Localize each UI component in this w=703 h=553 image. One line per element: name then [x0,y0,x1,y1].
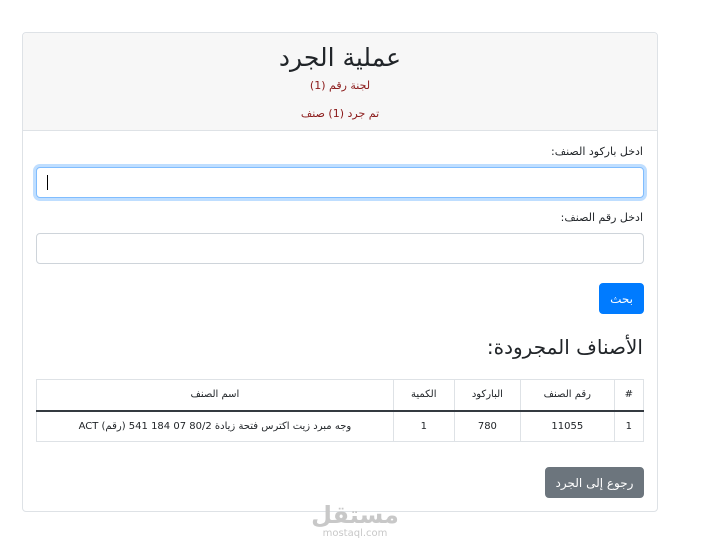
cell-quantity: 1 [392,410,455,442]
column-index: # [613,379,645,412]
item-number-input[interactable] [36,233,644,264]
page-title: عملية الجرد [278,43,402,72]
column-quantity: الكمية [392,379,455,412]
inventory-card: عملية الجرد لجنة رقم (1) تم جرد (1) صنف … [22,32,658,512]
cell-item-name: ACT (رقم) وجه مبرد زيت اكترس فتحة زيادة … [36,410,394,442]
back-to-inventory-button[interactable]: رجوع إلى الجرد [545,467,644,498]
table-row: ACT (رقم) وجه مبرد زيت اكترس فتحة زيادة … [36,410,645,442]
counted-items-title: :الأصناف المجرودة [486,335,643,359]
card-header: عملية الجرد لجنة رقم (1) تم جرد (1) صنف [23,33,657,131]
committee-number: لجنة رقم (1) [309,79,371,92]
cell-barcode: 780 [453,410,522,442]
counted-items-status: تم جرد (1) صنف [300,107,380,120]
column-item-number: رقم الصنف [520,379,615,412]
column-item-name: اسم الصنف [36,379,394,412]
barcode-input[interactable] [36,167,644,198]
barcode-label: :ادخل باركود الصنف [551,145,643,158]
counted-items-table: اسم الصنف الكمية الباركود رقم الصنف # AC… [36,379,645,442]
table-header-row: اسم الصنف الكمية الباركود رقم الصنف # [36,379,645,412]
column-barcode: الباركود [453,379,522,412]
cell-item-number: 11055 [520,410,615,442]
cell-index: 1 [613,410,645,442]
watermark-latin: mostaql.com [322,528,388,539]
text-cursor [47,175,48,190]
item-number-label: :ادخل رقم الصنف [560,211,643,224]
search-button[interactable]: بحث [599,283,644,314]
